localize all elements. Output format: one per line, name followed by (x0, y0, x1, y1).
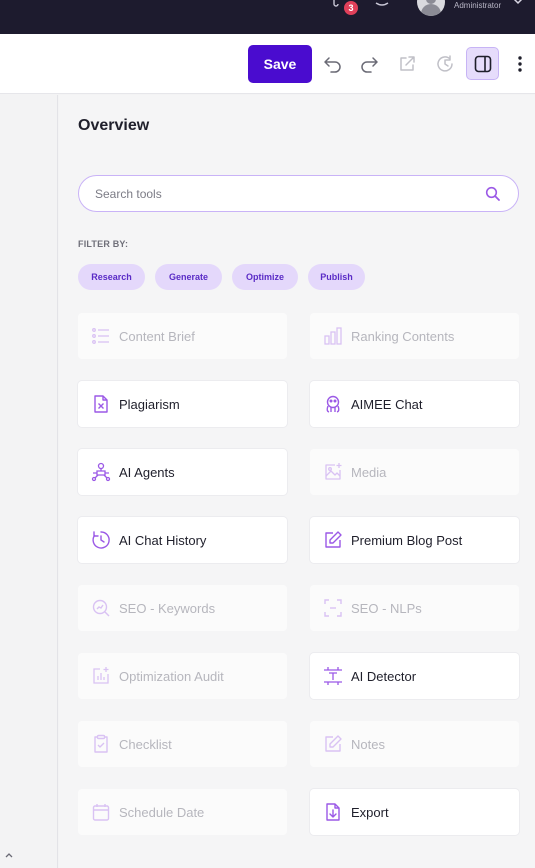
tool-media[interactable]: Media (310, 449, 519, 495)
tool-notes[interactable]: Notes (310, 721, 519, 767)
avatar[interactable] (417, 0, 445, 16)
filter-chip-generate[interactable]: Generate (155, 264, 222, 290)
detector-icon (324, 667, 342, 685)
panel-toggle-icon (474, 55, 491, 72)
tool-ai-detector[interactable]: AI Detector (310, 653, 519, 699)
chevron-down-icon[interactable] (512, 0, 524, 7)
pencil-icon (325, 735, 342, 752)
tools-panel: Overview FILTER BY: Research Generate Op… (59, 95, 535, 868)
panel-toggle-button[interactable] (466, 47, 499, 80)
filter-chip-optimize[interactable]: Optimize (232, 264, 298, 290)
file-x-icon (94, 395, 108, 413)
search-box (78, 175, 519, 212)
agents-icon (91, 462, 111, 482)
tool-export[interactable]: Export (310, 789, 519, 835)
search-input[interactable] (95, 176, 475, 211)
clock-icon (92, 531, 110, 549)
filter-chip-publish[interactable]: Publish (308, 264, 365, 290)
search-chart-icon (92, 599, 110, 617)
tool-ai-chat-history[interactable]: AI Chat History (78, 517, 287, 563)
filter-chip-research[interactable]: Research (78, 264, 145, 290)
search-icon[interactable] (485, 186, 501, 202)
bell-icon[interactable] (374, 0, 390, 10)
list-icon (92, 328, 109, 344)
tool-ranking-contents[interactable]: Ranking Contents (310, 313, 519, 359)
editor-gutter (0, 95, 58, 868)
external-link-icon[interactable] (396, 53, 418, 75)
tool-premium-blog-post[interactable]: Premium Blog Post (310, 517, 519, 563)
chevron-up-icon[interactable] (4, 850, 14, 860)
tool-content-brief[interactable]: Content Brief (78, 313, 287, 359)
tool-checklist[interactable]: Checklist (78, 721, 287, 767)
tool-seo-keywords[interactable]: SEO - Keywords (78, 585, 287, 631)
audit-icon (93, 667, 109, 684)
tool-aimee-chat[interactable]: AIMEE Chat (310, 381, 519, 427)
edit-icon (325, 531, 342, 548)
history-icon[interactable] (434, 53, 456, 75)
more-vertical-icon[interactable] (512, 53, 528, 75)
image-plus-icon (325, 463, 342, 480)
calendar-icon (92, 804, 110, 821)
filter-label: FILTER BY: (78, 239, 129, 249)
clipboard-check-icon (94, 734, 108, 753)
save-button[interactable]: Save (248, 45, 312, 83)
scan-icon (324, 599, 342, 617)
redo-icon[interactable] (358, 53, 380, 75)
tool-optimization-audit[interactable]: Optimization Audit (78, 653, 287, 699)
undo-icon[interactable] (322, 53, 344, 75)
bar-chart-icon (324, 327, 342, 345)
file-download-icon (326, 803, 340, 821)
user-role: Administrator (454, 1, 502, 10)
tool-schedule-date[interactable]: Schedule Date (78, 789, 287, 835)
top-app-bar: 3 Administrator (0, 0, 535, 34)
tool-seo-nlps[interactable]: SEO - NLPs (310, 585, 519, 631)
tool-ai-agents[interactable]: AI Agents (78, 449, 287, 495)
panel-title: Overview (78, 117, 150, 134)
bot-icon (326, 395, 340, 413)
tool-plagiarism[interactable]: Plagiarism (78, 381, 287, 427)
notification-badge: 3 (344, 1, 358, 15)
editor-toolbar: Save (0, 34, 535, 94)
